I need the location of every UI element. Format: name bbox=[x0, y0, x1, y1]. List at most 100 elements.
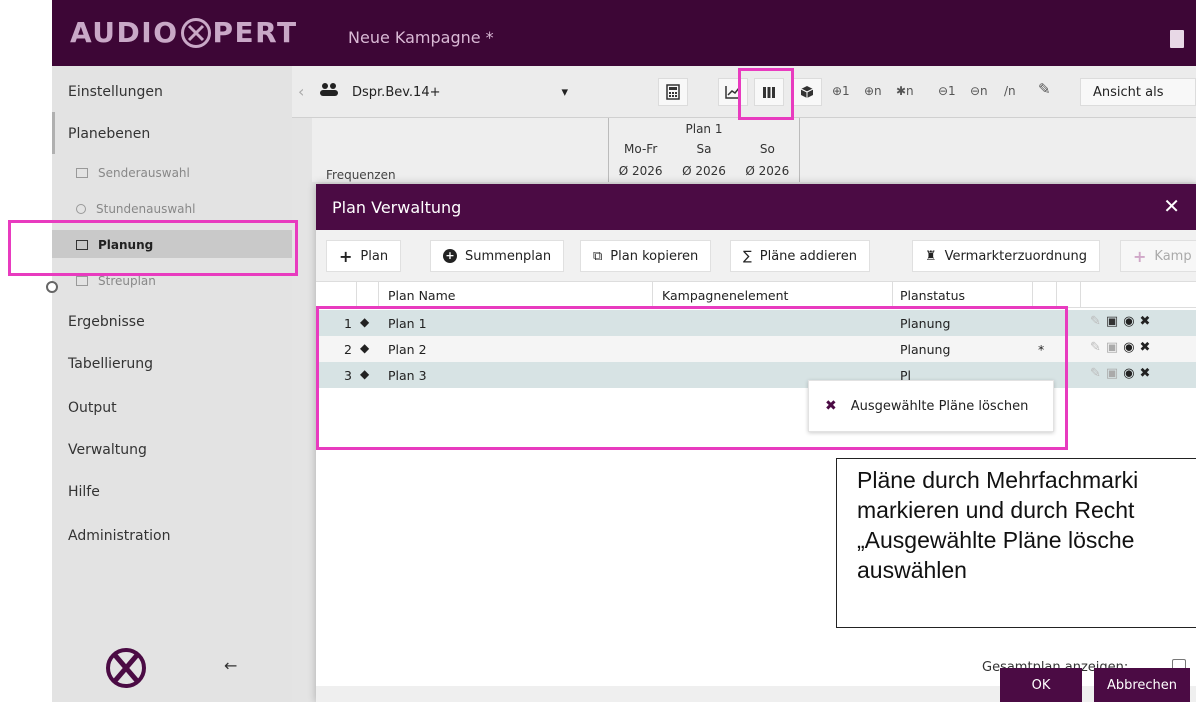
sidebar-subitem-senderauswahl[interactable]: Senderauswahl bbox=[76, 166, 190, 180]
edit-icon[interactable]: ✎ bbox=[1090, 314, 1101, 329]
ok-button[interactable]: OK bbox=[1000, 668, 1082, 702]
dialog-header: Plan Verwaltung ✕ bbox=[316, 184, 1196, 230]
average-label: Ø 2026 bbox=[682, 164, 726, 178]
save-icon[interactable]: ▣ bbox=[1106, 340, 1118, 355]
column-header-element[interactable]: Kampagnenelement bbox=[662, 288, 788, 303]
delete-selected-plans-item[interactable]: Ausgewählte Pläne löschen bbox=[851, 399, 1029, 414]
cube-icon bbox=[800, 86, 814, 98]
divide-n-tool[interactable]: /n bbox=[1004, 84, 1016, 98]
callout-line: auswählen bbox=[857, 557, 967, 583]
sidebar-logo-icon bbox=[104, 646, 148, 694]
table-header-row: Plan Name Kampagnenelement Planstatus bbox=[316, 282, 1196, 308]
row-actions: ✎ ▣ ◉ ✖ bbox=[1090, 340, 1150, 355]
copy-plan-label: Plan kopieren bbox=[610, 248, 699, 264]
delete-icon[interactable]: ✖ bbox=[1140, 340, 1151, 355]
sidebar-item-einstellungen[interactable]: Einstellungen bbox=[68, 84, 163, 100]
drag-handle[interactable] bbox=[46, 281, 58, 293]
sidebar-subitem-streuplan[interactable]: Streuplan bbox=[76, 274, 156, 288]
sigma-icon: ∑ bbox=[743, 248, 752, 264]
sidebar-item-tabellierung[interactable]: Tabellierung bbox=[68, 356, 153, 372]
add-one-tool[interactable]: ⊕1 bbox=[832, 84, 850, 98]
plus-icon: + bbox=[1133, 246, 1147, 266]
row-actions: ✎ ▣ ◉ ✖ bbox=[1090, 366, 1150, 381]
view-as-label: Ansicht als bbox=[1093, 84, 1164, 100]
callout-line: Pläne durch Mehrfachmarki bbox=[857, 467, 1139, 493]
sidebar: Einstellungen Planebenen Senderauswahl S… bbox=[52, 66, 292, 702]
edit-icon[interactable]: ✎ bbox=[1090, 340, 1101, 355]
sidebar-item-output[interactable]: Output bbox=[68, 400, 117, 416]
eye-icon[interactable]: ◉ bbox=[1123, 314, 1134, 329]
multiply-n-tool[interactable]: ✱n bbox=[896, 84, 914, 98]
save-icon[interactable]: ▣ bbox=[1106, 366, 1118, 381]
context-menu: ✖ Ausgewählte Pläne löschen bbox=[808, 380, 1054, 432]
app-logo: AUDIO PERT bbox=[70, 16, 298, 49]
plan-column-header: Plan 1 Mo-Fr Sa So Ø 2026 Ø 2026 Ø 2026 bbox=[608, 118, 800, 182]
eye-icon[interactable]: ◉ bbox=[1123, 340, 1134, 355]
sidebar-item-hilfe[interactable]: Hilfe bbox=[68, 484, 100, 500]
close-icon[interactable]: ✕ bbox=[1163, 194, 1180, 218]
eye-icon[interactable]: ◉ bbox=[1123, 366, 1134, 381]
subtract-one-tool[interactable]: ⊖1 bbox=[938, 84, 956, 98]
column-divider bbox=[652, 282, 653, 308]
sidebar-item-administration[interactable]: Administration bbox=[68, 528, 170, 544]
callout-line: markieren und durch Recht bbox=[857, 497, 1135, 523]
sidebar-item-verwaltung[interactable]: Verwaltung bbox=[68, 442, 147, 458]
marketer-icon: ♜ bbox=[925, 248, 937, 264]
day-label: Sa bbox=[696, 142, 712, 156]
sum-plan-label: Summenplan bbox=[465, 248, 552, 264]
spread-icon bbox=[76, 276, 88, 286]
plan-header-label: Plan 1 bbox=[685, 122, 723, 136]
marketer-assignment-button[interactable]: ♜ Vermarkterzuordnung bbox=[912, 240, 1100, 272]
logo-text-left: AUDIO bbox=[70, 16, 179, 49]
average-label: Ø 2026 bbox=[618, 164, 663, 178]
target-group-select[interactable]: Dspr.Bev.14+ ▾ bbox=[344, 80, 576, 104]
column-divider bbox=[1056, 282, 1057, 308]
sidebar-item-ergebnisse[interactable]: Ergebnisse bbox=[68, 314, 145, 330]
circle-plus-icon: + bbox=[443, 249, 457, 263]
delete-icon[interactable]: ✖ bbox=[1140, 314, 1151, 329]
highlight-planung bbox=[8, 220, 298, 276]
campaign-element-label: Kamp bbox=[1154, 248, 1192, 264]
cancel-button[interactable]: Abbrechen bbox=[1094, 668, 1190, 702]
subtract-n-tool[interactable]: ⊖n bbox=[970, 84, 988, 98]
clock-icon bbox=[76, 204, 86, 214]
outer-margin bbox=[0, 0, 52, 702]
app-header: AUDIO PERT Neue Kampagne * bbox=[52, 0, 1196, 66]
column-divider bbox=[378, 282, 379, 308]
edit-icon[interactable]: ✎ bbox=[1090, 366, 1101, 381]
add-campaign-element-button[interactable]: + Kamp bbox=[1120, 240, 1196, 272]
save-icon[interactable]: ▣ bbox=[1106, 314, 1118, 329]
sidebar-subitem-stundenauswahl[interactable]: Stundenauswahl bbox=[76, 202, 195, 216]
chevron-left-icon[interactable]: ‹ bbox=[298, 82, 304, 101]
add-plans-button[interactable]: ∑ Pläne addieren bbox=[730, 240, 870, 272]
average-row: Ø 2026 Ø 2026 Ø 2026 bbox=[609, 164, 799, 178]
plan-management-button[interactable] bbox=[792, 78, 822, 106]
add-plan-label: Plan bbox=[360, 248, 389, 264]
marketer-label: Vermarkterzuordnung bbox=[944, 248, 1087, 264]
users-icon bbox=[320, 82, 338, 100]
add-sum-plan-button[interactable]: + Summenplan bbox=[430, 240, 565, 272]
add-n-tool[interactable]: ⊕n bbox=[864, 84, 882, 98]
document-icon[interactable] bbox=[1170, 30, 1184, 48]
day-label: So bbox=[759, 142, 775, 156]
delete-icon: ✖ bbox=[825, 398, 837, 414]
dialog-title: Plan Verwaltung bbox=[332, 198, 462, 217]
day-row: Mo-Fr Sa So bbox=[609, 142, 799, 156]
delete-icon[interactable]: ✖ bbox=[1140, 366, 1151, 381]
sidebar-subitem-label: Stundenauswahl bbox=[96, 202, 196, 216]
add-plan-button[interactable]: + Plan bbox=[326, 240, 402, 272]
column-header-name[interactable]: Plan Name bbox=[388, 288, 455, 303]
column-divider bbox=[1032, 282, 1033, 308]
average-label: Ø 2026 bbox=[745, 164, 790, 178]
view-as-dropdown[interactable]: Ansicht als bbox=[1080, 78, 1196, 106]
highlight-plan-button bbox=[738, 68, 794, 120]
column-header-status[interactable]: Planstatus bbox=[900, 288, 965, 303]
sidebar-item-planebenen[interactable]: Planebenen bbox=[68, 126, 150, 142]
day-label: Mo-Fr bbox=[624, 142, 658, 156]
copy-plan-button[interactable]: ⧉ Plan kopieren bbox=[580, 240, 712, 272]
magic-wand-icon[interactable]: ✎ bbox=[1038, 80, 1051, 98]
dialog-toolbar: + Plan + Summenplan ⧉ Plan kopieren ∑ Pl… bbox=[316, 230, 1196, 282]
collapse-sidebar-icon[interactable]: ← bbox=[224, 656, 237, 675]
calculator-button[interactable] bbox=[658, 78, 688, 106]
callout-line: „Ausgewählte Pläne lösche bbox=[857, 527, 1135, 553]
